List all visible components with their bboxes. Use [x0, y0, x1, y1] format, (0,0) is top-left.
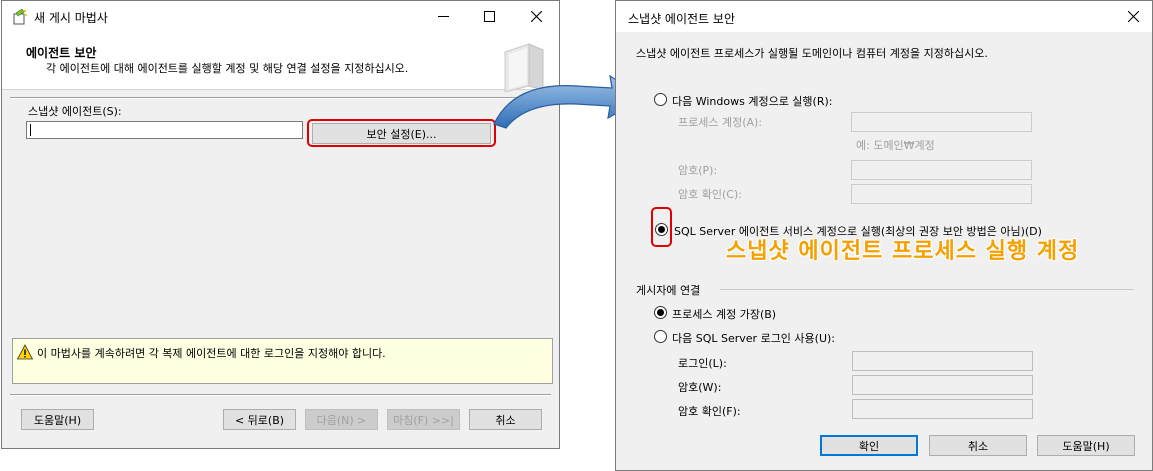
impersonate-process-radio[interactable] — [654, 306, 667, 319]
dialog-title: 스냅샷 에이전트 보안 — [628, 12, 735, 26]
minimize-icon — [437, 16, 449, 17]
annotation-caption: 스냅샷 에이전트 프로세스 실행 계정 — [726, 239, 1080, 264]
warning-text: 이 마법사를 계속하려면 각 복제 에이전트에 대한 로그인을 지정해야 합니다… — [37, 347, 386, 360]
wizard-cancel-button[interactable]: 취소 — [469, 409, 542, 430]
process-account-example: 예: 도메인₩계정 — [856, 139, 935, 152]
close-button[interactable] — [513, 1, 559, 32]
sql-login-option-label: 다음 SQL Server 로그인 사용(U): — [672, 332, 836, 345]
publisher-group-label: 게시자에 연결 — [636, 284, 701, 297]
ok-button[interactable]: 확인 — [820, 435, 918, 456]
confirm-password2-input[interactable] — [852, 399, 1033, 419]
snapshot-agent-field[interactable] — [26, 121, 303, 139]
finish-button[interactable]: 마침(F) >>| — [387, 409, 460, 430]
text-caret — [30, 124, 31, 136]
maximize-icon — [483, 11, 495, 22]
publisher-group-divider — [720, 289, 1134, 290]
back-button[interactable]: < 뒤로(B) — [223, 409, 296, 430]
process-account-label: 프로세스 계정(A): — [678, 116, 763, 129]
wizard-app-icon — [13, 9, 27, 25]
snapshot-agent-security-dialog: 스냅샷 에이전트 보안 스냅샷 에이전트 프로세스가 실행될 도메인이나 컴퓨터… — [615, 0, 1153, 471]
header-divider — [10, 97, 551, 99]
password-label: 암호(P): — [678, 164, 718, 177]
dialog-help-button[interactable]: 도움말(H) — [1037, 435, 1135, 456]
close-icon — [1127, 11, 1139, 22]
security-settings-button[interactable]: 보안 설정(E)... — [312, 123, 491, 144]
login-input[interactable] — [852, 351, 1033, 371]
windows-account-option-label: 다음 Windows 계정으로 실행(R): — [672, 95, 833, 108]
close-icon — [530, 11, 542, 22]
next-button[interactable]: 다음(N) > — [305, 409, 378, 430]
wizard-help-button[interactable]: 도움말(H) — [21, 409, 94, 430]
login-label: 로그인(L): — [678, 357, 727, 370]
password2-input[interactable] — [852, 375, 1033, 395]
sql-agent-account-radio[interactable] — [655, 223, 668, 236]
dialog-description: 스냅샷 에이전트 프로세스가 실행될 도메인이나 컴퓨터 계정을 지정하십시오. — [636, 47, 988, 60]
sql-login-radio[interactable] — [654, 330, 667, 343]
snapshot-agent-label: 스냅샷 에이전트(S): — [28, 105, 122, 118]
wizard-titlebar: 새 게시 마법사 — [2, 1, 559, 32]
wizard-title: 새 게시 마법사 — [34, 11, 108, 25]
dialog-cancel-button[interactable]: 취소 — [929, 435, 1027, 456]
warning-message-box: 이 마법사를 계속하려면 각 복제 에이전트에 대한 로그인을 지정해야 합니다… — [12, 338, 553, 384]
windows-account-radio[interactable] — [654, 93, 667, 106]
new-publication-wizard-window: 새 게시 마법사 에이전트 보안 각 에이전트에 대해 에이전트를 실행할 계정… — [1, 0, 560, 449]
minimize-button[interactable] — [420, 1, 466, 32]
footer-divider — [10, 394, 551, 396]
password2-label: 암호(W): — [678, 381, 722, 394]
confirm-password-input[interactable] — [851, 184, 1032, 204]
dialog-titlebar: 스냅샷 에이전트 보안 — [616, 1, 1152, 32]
process-account-input[interactable] — [851, 112, 1032, 132]
wizard-header: 에이전트 보안 각 에이전트에 대해 에이전트를 실행할 계정 및 해당 연결 … — [2, 32, 559, 92]
page-title: 에이전트 보안 — [26, 46, 97, 60]
page-subtitle: 각 에이전트에 대해 에이전트를 실행할 계정 및 해당 연결 설정을 지정하십… — [46, 62, 409, 75]
password-input[interactable] — [851, 160, 1032, 180]
confirm-password2-label: 암호 확인(F): — [678, 405, 741, 418]
impersonate-option-label: 프로세스 계정 가장(B) — [672, 308, 777, 321]
confirm-password-label: 암호 확인(C): — [678, 188, 742, 201]
warning-icon — [17, 344, 33, 360]
maximize-button[interactable] — [466, 1, 512, 32]
dialog-close-button[interactable] — [1113, 1, 1153, 32]
